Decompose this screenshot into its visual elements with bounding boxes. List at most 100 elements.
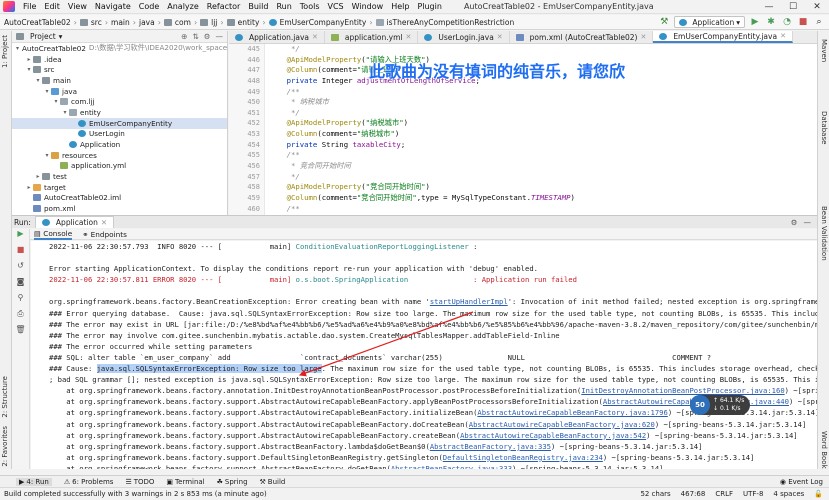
menu-build[interactable]: Build <box>244 2 272 11</box>
breadcrumb-item[interactable]: entity <box>238 18 260 27</box>
tree-item[interactable]: ▾ entity <box>12 107 227 118</box>
run-icon[interactable]: ▶ <box>749 17 761 27</box>
run-app-tab[interactable]: Application ✕ <box>34 216 115 228</box>
file-encoding[interactable]: UTF-8 <box>743 490 763 498</box>
expand-arrow-icon[interactable]: ▸ <box>25 56 33 63</box>
project-tool-tab[interactable]: 1: Project <box>1 35 9 68</box>
coverage-icon[interactable]: ◔ <box>781 17 793 27</box>
tree-item[interactable]: UserLogin <box>12 129 227 140</box>
pin-icon[interactable]: ⚲ <box>12 293 29 309</box>
close-icon[interactable]: ✕ <box>780 32 786 40</box>
tree-item[interactable]: ▾ com.ljj <box>12 96 227 107</box>
bottom-tab[interactable]: ▶ 4: Run <box>16 477 52 486</box>
tree-item[interactable]: pom.xml <box>12 203 227 214</box>
menu-code[interactable]: Code <box>135 2 163 11</box>
indent-setting[interactable]: 4 spaces <box>773 490 804 498</box>
breadcrumb-item[interactable]: EmUserCompanyEntity <box>280 18 367 27</box>
close-icon[interactable]: ✕ <box>405 33 411 41</box>
collapse-icon[interactable]: ⇅ <box>192 32 198 41</box>
hide-icon[interactable]: — <box>216 32 224 41</box>
stop-icon[interactable]: ■ <box>797 17 809 27</box>
breadcrumb-item[interactable]: AutoCreatTable02 <box>4 18 71 27</box>
breadcrumb-item[interactable]: main <box>111 18 130 27</box>
console-output[interactable]: 2022-11-06 22:30:57.793 INFO 8020 --- [ … <box>31 241 817 469</box>
line-separator[interactable]: CRLF <box>715 490 733 498</box>
menu-file[interactable]: File <box>19 2 40 11</box>
tree-item[interactable]: ▸ target <box>12 182 227 193</box>
expand-arrow-icon[interactable]: ▾ <box>25 66 33 73</box>
console-tab[interactable]: ▤ Console <box>34 229 73 240</box>
bottom-tab[interactable]: ⚠ 6: Problems <box>64 478 114 486</box>
bean-validation-tool-tab[interactable]: Bean Validation <box>820 206 828 261</box>
hammer-icon[interactable]: ⚒ <box>658 17 670 27</box>
tree-item[interactable]: ▾ java <box>12 86 227 97</box>
gear-icon[interactable]: ⚙ <box>204 32 211 41</box>
structure-tool-tab[interactable]: 2: Structure <box>1 376 9 418</box>
close-icon[interactable]: ✕ <box>312 33 318 41</box>
expand-arrow-icon[interactable]: ▾ <box>61 109 69 116</box>
menu-tools[interactable]: Tools <box>296 2 324 11</box>
restore-icon[interactable]: ↺ <box>12 261 29 277</box>
menu-help[interactable]: Help <box>387 2 413 11</box>
menu-view[interactable]: View <box>64 2 91 11</box>
tree-item[interactable]: application.yml <box>12 161 227 172</box>
menu-refactor[interactable]: Refactor <box>203 2 245 11</box>
close-icon[interactable]: ✕ <box>805 2 829 12</box>
tree-item[interactable]: ▾ resources <box>12 150 227 161</box>
menu-plugin[interactable]: Plugin <box>413 2 446 11</box>
menu-analyze[interactable]: Analyze <box>163 2 203 11</box>
bottom-tab[interactable]: ⚒ Build <box>260 478 286 486</box>
expand-arrow-icon[interactable]: ▾ <box>34 77 42 84</box>
editor-tab[interactable]: UserLogin.java ✕ <box>418 31 510 43</box>
tree-item[interactable]: ▾ src <box>12 64 227 75</box>
run-config-select[interactable]: Application ▾ <box>674 16 745 28</box>
breadcrumb-item[interactable]: java <box>139 18 155 27</box>
editor-tab[interactable]: EmUserCompanyEntity.java ✕ <box>653 31 793 43</box>
editor-tab[interactable]: pom.xml (AutoCreatTable02) ✕ <box>510 31 654 43</box>
menu-vcs[interactable]: VCS <box>324 2 348 11</box>
code-area[interactable]: */ @ApiModelProperty("请输入上班天数") @Column(… <box>269 44 817 215</box>
close-icon[interactable]: ✕ <box>497 33 503 41</box>
status-message[interactable]: Build completed successfully with 3 warn… <box>4 490 267 498</box>
expand-arrow-icon[interactable]: ▸ <box>25 184 33 191</box>
minimize-icon[interactable]: — <box>757 2 781 12</box>
expand-arrow-icon[interactable]: ▾ <box>43 88 51 95</box>
expand-arrow-icon[interactable]: ▾ <box>43 152 51 159</box>
trash-icon[interactable]: 🗑 <box>12 325 29 341</box>
bottom-tab[interactable]: ▣ Terminal <box>166 478 204 486</box>
cursor-position[interactable]: 467:68 <box>681 490 706 498</box>
hide-icon[interactable]: — <box>804 218 812 227</box>
event-log-tab[interactable]: ◉ Event Log <box>780 478 829 486</box>
tree-item[interactable]: ▸ test <box>12 171 227 182</box>
maximize-icon[interactable]: ☐ <box>781 2 805 12</box>
camera-icon[interactable]: ◙ <box>12 277 29 293</box>
favorites-tool-tab[interactable]: 2: Favorites <box>1 426 9 467</box>
lock-icon[interactable]: 🔓 <box>814 490 823 498</box>
maven-tool-tab[interactable]: Maven <box>820 39 828 62</box>
bottom-tab[interactable]: ☰ TODO <box>125 478 154 486</box>
search-icon[interactable]: ⌕ <box>813 17 825 27</box>
chevron-down-icon[interactable]: ▾ <box>59 32 63 41</box>
menu-edit[interactable]: Edit <box>40 2 64 11</box>
bottom-tab[interactable]: ☘ Spring <box>217 478 248 486</box>
word-book-tool-tab[interactable]: Word Book <box>820 431 828 469</box>
close-icon[interactable]: ✕ <box>101 218 107 227</box>
menu-run[interactable]: Run <box>272 2 295 11</box>
editor-tab[interactable]: application.yml ✕ <box>325 31 419 43</box>
tree-item[interactable]: AutoCreatTable02.iml <box>12 193 227 204</box>
close-icon[interactable]: ✕ <box>640 33 646 41</box>
gear-icon[interactable]: ⚙ <box>791 218 798 227</box>
database-tool-tab[interactable]: Database <box>820 111 828 144</box>
tree-item[interactable]: Application <box>12 139 227 150</box>
expand-arrow-icon[interactable]: ▾ <box>52 98 60 105</box>
project-panel-title[interactable]: Project <box>30 32 56 41</box>
print-icon[interactable]: ⎙ <box>12 309 29 325</box>
expand-arrow-icon[interactable]: ▾ <box>16 45 19 52</box>
debug-icon[interactable]: ✱ <box>765 17 777 27</box>
breadcrumb-item[interactable]: src <box>91 18 102 27</box>
rerun-icon[interactable]: ▶ <box>12 229 29 245</box>
stop-icon[interactable]: ■ <box>12 245 29 261</box>
editor-tab[interactable]: Application.java ✕ <box>229 31 325 43</box>
endpoints-tab[interactable]: ⚭ Endpoints <box>82 230 127 239</box>
locate-icon[interactable]: ⊕ <box>181 32 187 41</box>
